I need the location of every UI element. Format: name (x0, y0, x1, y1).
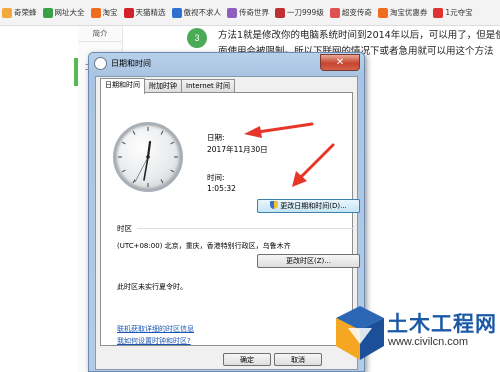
watermark: 土木工程网 www.civilcn.com (332, 300, 500, 372)
arrow-to-date (244, 122, 314, 138)
arrow-to-change-button (292, 143, 335, 187)
watermark-logo-icon (336, 306, 384, 360)
watermark-url: www.civilcn.com (388, 336, 469, 348)
tab-date-time[interactable]: 日期和时间 (100, 78, 145, 94)
watermark-text: 土木工程网 (387, 312, 497, 336)
